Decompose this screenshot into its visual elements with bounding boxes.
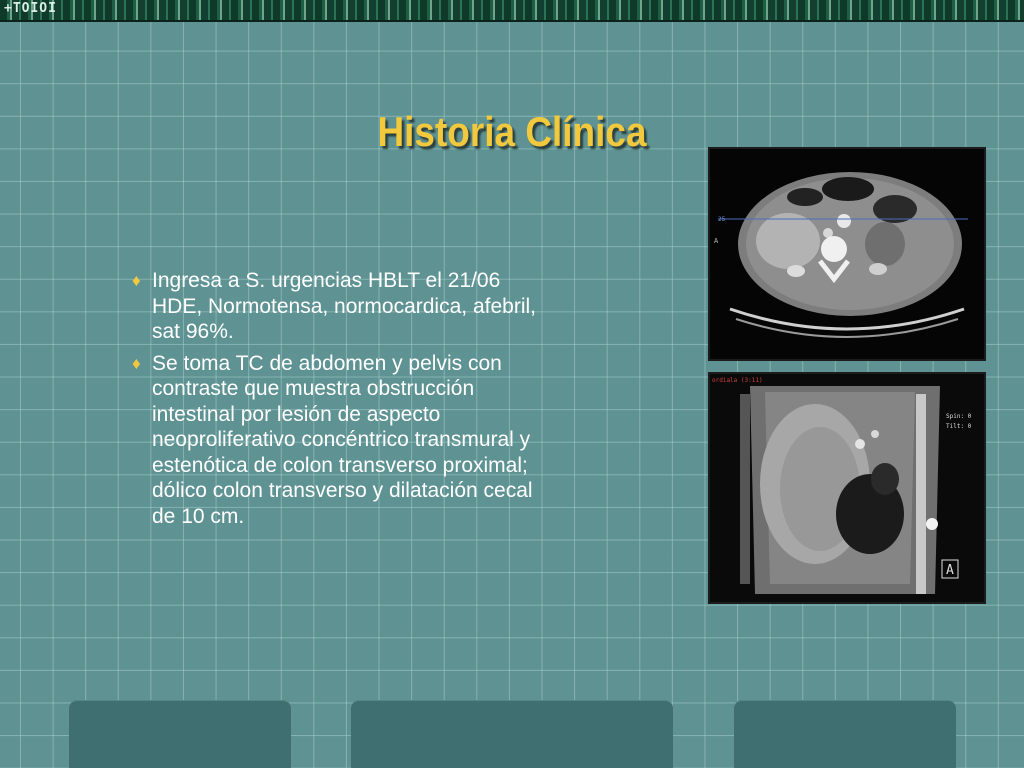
footer-block-center <box>351 700 673 768</box>
footer-block-left <box>69 700 291 768</box>
coronal-marker-label: A <box>946 563 954 578</box>
bullet-item-ct-findings: ♦ Se toma TC de abdomen y pelvis con con… <box>132 351 552 530</box>
coronal-tilt-label: Tilt: 0 <box>946 423 972 430</box>
decorative-top-strip: +TOIOI <box>0 0 1024 22</box>
bullet-item-admission: ♦ Ingresa a S. urgencias HBLT el 21/06 H… <box>132 268 552 345</box>
footer-block-right <box>734 700 956 768</box>
bullet-list: ♦ Ingresa a S. urgencias HBLT el 21/06 H… <box>132 268 552 535</box>
coronal-header-label: ordiala (3:11) <box>712 377 763 384</box>
ct-coronal-image: ordiala (3:11) Spin: 0 Tilt: 0 A <box>708 372 986 604</box>
diamond-bullet-icon: ♦ <box>132 271 141 290</box>
bullet-text: Ingresa a S. urgencias HBLT el 21/06 HDE… <box>152 269 536 343</box>
bullet-text: Se toma TC de abdomen y pelvis con contr… <box>152 351 533 528</box>
ct-axial-image: 25 A <box>708 147 986 361</box>
top-strip-text: +TOIOI <box>4 1 57 16</box>
axial-index-label: 25 <box>718 216 726 223</box>
diamond-bullet-icon: ♦ <box>132 353 141 373</box>
coronal-spin-label: Spin: 0 <box>946 413 972 420</box>
